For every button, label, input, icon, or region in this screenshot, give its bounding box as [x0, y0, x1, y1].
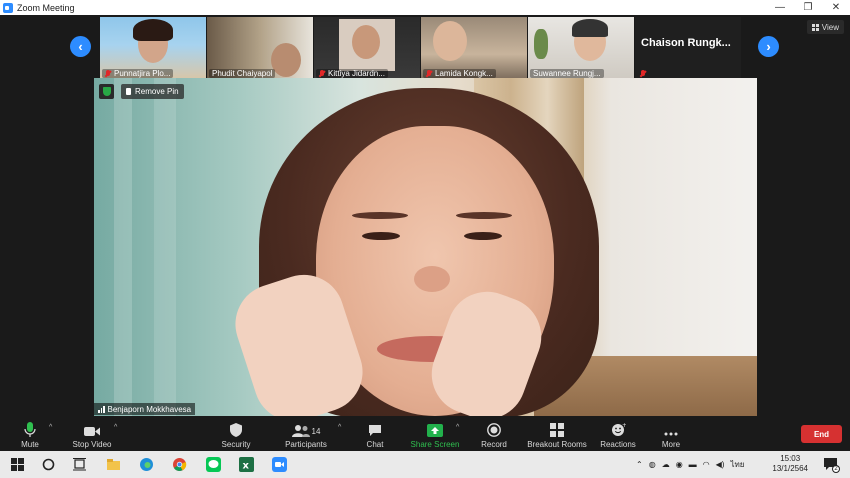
next-page-button[interactable]: ›: [758, 36, 779, 57]
chat-icon: [369, 425, 381, 436]
windows-taskbar: x ⌃ ◍ ☁ ◉ ▬ ◠ ◀) ไทย 15:03 13/1/2564 2: [0, 451, 850, 478]
title-bar: Zoom Meeting — ❐ ✕: [0, 0, 850, 15]
participant-tile[interactable]: Lamida Kongk...: [421, 17, 528, 79]
muted-mic-icon: [640, 70, 646, 78]
participant-hair: [572, 19, 608, 37]
volume-icon[interactable]: ◀): [716, 460, 725, 469]
windows-start-icon[interactable]: [10, 457, 25, 472]
participant-tile[interactable]: Punnatjira Plo...: [100, 17, 207, 79]
participant-name-large: Chaison Rungk...: [641, 37, 731, 49]
view-button[interactable]: View: [806, 20, 844, 34]
breakout-rooms-button[interactable]: Breakout Rooms: [524, 420, 590, 451]
participant-name: Phudit Chaiyapol: [212, 69, 273, 78]
taskbar-clock[interactable]: 15:03 13/1/2564: [772, 454, 808, 474]
mute-button[interactable]: Mute: [16, 420, 44, 451]
participant-video: [271, 43, 301, 77]
onedrive-icon[interactable]: ☁: [662, 460, 670, 469]
mute-options-caret[interactable]: ^: [49, 424, 52, 431]
zoom-app-icon: [3, 2, 13, 13]
participant-tile[interactable]: Chaison Rungk...: [635, 17, 742, 79]
window-title: Zoom Meeting: [17, 2, 75, 13]
muted-mic-icon: [105, 69, 111, 78]
chrome-browser-icon[interactable]: [172, 457, 187, 472]
window-controls: — ❐ ✕: [766, 0, 850, 15]
input-language[interactable]: ไทย: [730, 458, 744, 471]
reactions-button[interactable]: + Reactions: [598, 420, 638, 451]
encryption-shield-icon[interactable]: [99, 84, 114, 99]
tray-icon[interactable]: ◍: [649, 460, 656, 469]
muted-mic-icon: [319, 69, 325, 78]
excel-icon[interactable]: x: [239, 457, 254, 472]
share-screen-icon: [427, 424, 443, 437]
more-button[interactable]: More: [656, 420, 686, 451]
clock-time: 15:03: [780, 454, 801, 463]
participant-tile[interactable]: Kittiya Jidardn...: [314, 17, 421, 79]
view-label: View: [821, 22, 839, 32]
notification-center-icon[interactable]: 2: [823, 457, 840, 473]
end-meeting-button[interactable]: End: [801, 425, 842, 443]
meeting-stage: ‹ Punnatjira Plo... Phudit Chaiyapol Kit…: [0, 15, 850, 420]
previous-page-button[interactable]: ‹: [70, 36, 91, 57]
signal-bars-icon: [98, 405, 105, 413]
participant-hair: [133, 19, 173, 41]
remove-pin-button[interactable]: Remove Pin: [121, 84, 184, 99]
wifi-icon[interactable]: ◠: [703, 460, 710, 469]
battery-icon[interactable]: ▬: [689, 460, 697, 469]
participant-strip: Punnatjira Plo... Phudit Chaiyapol Kitti…: [100, 17, 742, 79]
more-dots-icon: [664, 432, 678, 436]
security-button[interactable]: Security: [218, 420, 254, 451]
participants-options-caret[interactable]: ^: [338, 424, 341, 431]
microphone-icon: [24, 422, 36, 437]
participant-name: Kittiya Jidardn...: [328, 69, 385, 78]
speaker-name: Benjaporn Mokkhavesa: [107, 404, 192, 414]
shield-icon: [230, 423, 242, 437]
participant-video: [352, 25, 380, 59]
participant-name: Lamida Kongk...: [435, 69, 493, 78]
tray-expand-icon[interactable]: ⌃: [636, 460, 643, 469]
breakout-rooms-icon: [550, 423, 564, 437]
chat-button[interactable]: Chat: [362, 420, 388, 451]
smiley-icon: +: [611, 423, 626, 436]
remove-pin-label: Remove Pin: [135, 87, 179, 96]
participant-tile[interactable]: Phudit Chaiyapol: [207, 17, 314, 79]
muted-mic-icon: [426, 69, 432, 78]
participant-tile[interactable]: Suwannee Rungj...: [528, 17, 635, 79]
share-screen-button[interactable]: Share Screen: [408, 420, 462, 451]
participant-video: [433, 21, 467, 61]
search-circle-icon[interactable]: [41, 457, 56, 472]
video-options-caret[interactable]: ^: [114, 424, 117, 431]
people-icon[interactable]: ◉: [676, 460, 683, 469]
video-camera-icon: [84, 427, 100, 436]
minimize-button[interactable]: —: [766, 0, 794, 15]
participant-name: Punnatjira Plo...: [114, 69, 171, 78]
participant-count: 14: [311, 426, 321, 436]
grid-icon: [811, 23, 819, 31]
line-app-icon[interactable]: [206, 457, 221, 472]
notification-count: 2: [832, 465, 840, 473]
participants-icon: [291, 425, 310, 437]
clock-date: 13/1/2564: [772, 464, 808, 473]
share-options-caret[interactable]: ^: [456, 424, 459, 431]
participants-button[interactable]: 14 Participants: [282, 420, 330, 451]
record-button[interactable]: Record: [478, 420, 510, 451]
zoom-taskbar-icon[interactable]: [272, 457, 287, 472]
file-explorer-icon[interactable]: [106, 457, 121, 472]
pin-icon: [126, 88, 131, 95]
participant-name: Suwannee Rungj...: [533, 69, 601, 78]
edge-browser-icon[interactable]: [139, 457, 154, 472]
task-view-icon[interactable]: [72, 457, 87, 472]
meeting-toolbar: Mute ^ Stop Video ^ Security 14 Particip…: [0, 420, 850, 451]
restore-button[interactable]: ❐: [794, 0, 822, 15]
svg-text:+: +: [622, 423, 626, 429]
record-icon: [487, 423, 501, 437]
close-button[interactable]: ✕: [822, 0, 850, 15]
svg-text:x: x: [243, 461, 250, 472]
speaker-name-tag: Benjaporn Mokkhavesa: [94, 403, 196, 415]
system-tray: ⌃ ◍ ☁ ◉ ▬ ◠ ◀) ไทย: [636, 451, 744, 478]
stop-video-button[interactable]: Stop Video: [68, 420, 116, 451]
pinned-video[interactable]: Remove Pin Benjaporn Mokkhavesa: [94, 78, 757, 416]
